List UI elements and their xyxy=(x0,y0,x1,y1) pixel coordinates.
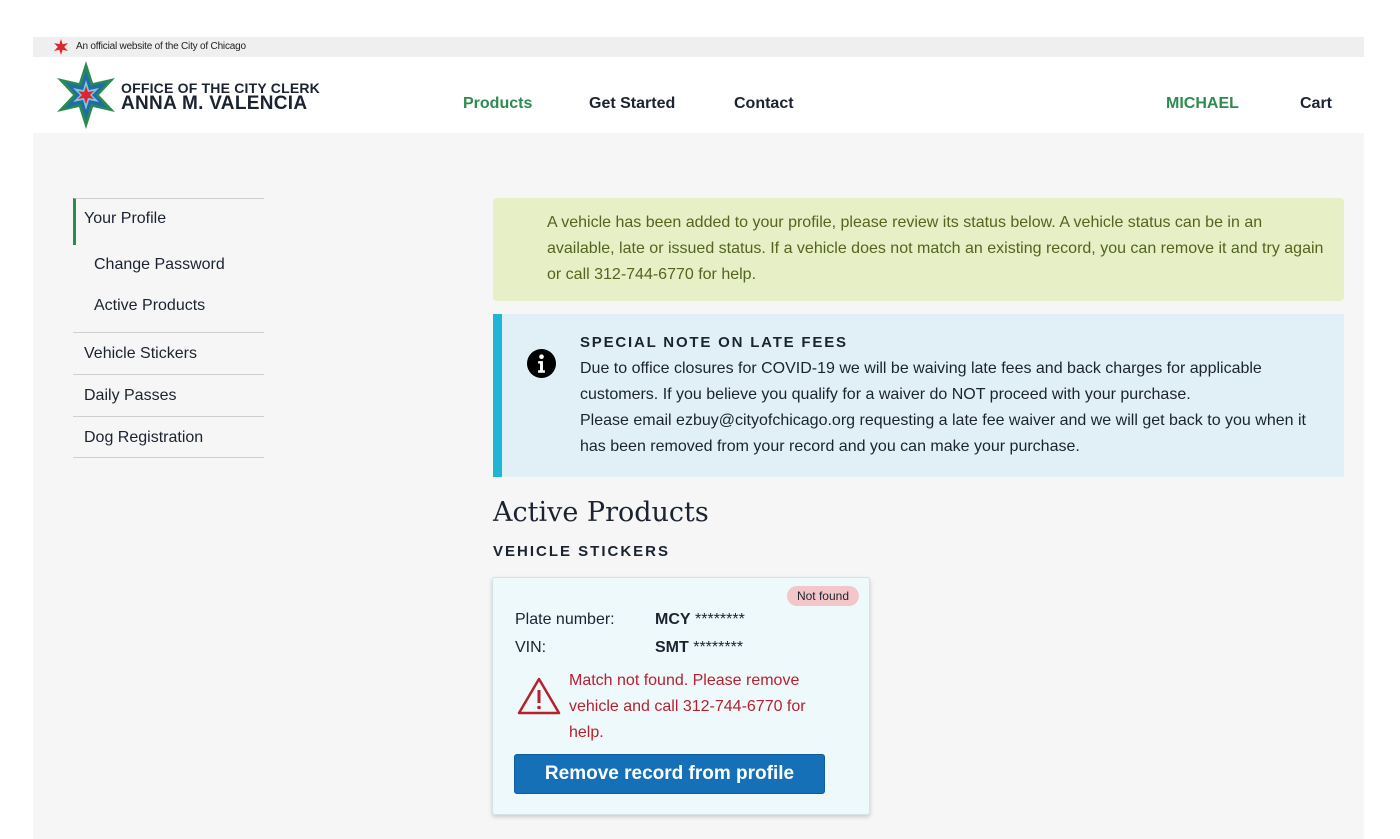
official-banner: An official website of the City of Chica… xyxy=(33,37,1364,57)
sidebar-item-dog-registration[interactable]: Dog Registration xyxy=(73,416,264,458)
plate-masked: ******** xyxy=(690,611,745,628)
sidebar-item-active-products[interactable]: Active Products xyxy=(94,297,205,315)
nav-contact[interactable]: Contact xyxy=(734,95,794,113)
remove-record-button[interactable]: Remove record from profile xyxy=(514,754,825,794)
page-title: Active Products xyxy=(493,497,709,528)
nav-user-account[interactable]: MICHAEL xyxy=(1166,95,1239,113)
nav-get-started[interactable]: Get Started xyxy=(589,95,675,113)
vin-value: SMT ******** xyxy=(655,639,743,657)
vin-prefix: SMT xyxy=(655,639,689,656)
vin-label: VIN: xyxy=(515,639,547,656)
nav-cart[interactable]: Cart xyxy=(1300,95,1332,113)
success-alert: A vehicle has been added to your profile… xyxy=(493,198,1344,301)
warning-icon xyxy=(517,677,561,715)
sidebar-item-vehicle-stickers[interactable]: Vehicle Stickers xyxy=(73,332,264,374)
official-banner-text: An official website of the City of Chica… xyxy=(76,41,246,52)
match-not-found-message: Match not found. Please remove vehicle a… xyxy=(569,672,806,741)
vehicle-card: Not found Plate number: MCY ******** VIN… xyxy=(492,577,870,815)
section-subtitle: VEHICLE STICKERS xyxy=(493,543,671,560)
late-fees-info-alert: SPECIAL NOTE ON LATE FEES Due to office … xyxy=(493,314,1344,477)
page-frame: An official website of the City of Chica… xyxy=(33,37,1364,839)
info-alert-title: SPECIAL NOTE ON LATE FEES xyxy=(580,334,848,351)
plate-number-value: MCY ******** xyxy=(655,611,745,629)
sidebar-item-change-password[interactable]: Change Password xyxy=(94,256,225,274)
nav-products[interactable]: Products xyxy=(463,95,532,113)
logo-title-line2: ANNA M. VALENCIA xyxy=(121,93,308,114)
info-alert-paragraph: Due to office closures for COVID-19 we w… xyxy=(580,360,1262,403)
plate-number-label: Plate number: xyxy=(515,611,615,628)
info-alert-paragraph: Please email ezbuy@cityofchicago.org req… xyxy=(580,412,1306,455)
chicago-star-icon xyxy=(54,39,68,55)
city-clerk-logo-icon[interactable] xyxy=(55,61,117,129)
plate-prefix: MCY xyxy=(655,611,691,628)
vin-masked: ******** xyxy=(688,639,744,656)
sidebar-item-daily-passes[interactable]: Daily Passes xyxy=(73,374,264,416)
site-header: OFFICE OF THE CITY CLERK ANNA M. VALENCI… xyxy=(33,57,1364,133)
info-icon xyxy=(526,348,557,379)
sidebar-item-your-profile[interactable]: Your Profile xyxy=(73,198,264,245)
status-badge: Not found xyxy=(786,586,859,606)
info-alert-body: Due to office closures for COVID-19 we w… xyxy=(580,356,1330,460)
